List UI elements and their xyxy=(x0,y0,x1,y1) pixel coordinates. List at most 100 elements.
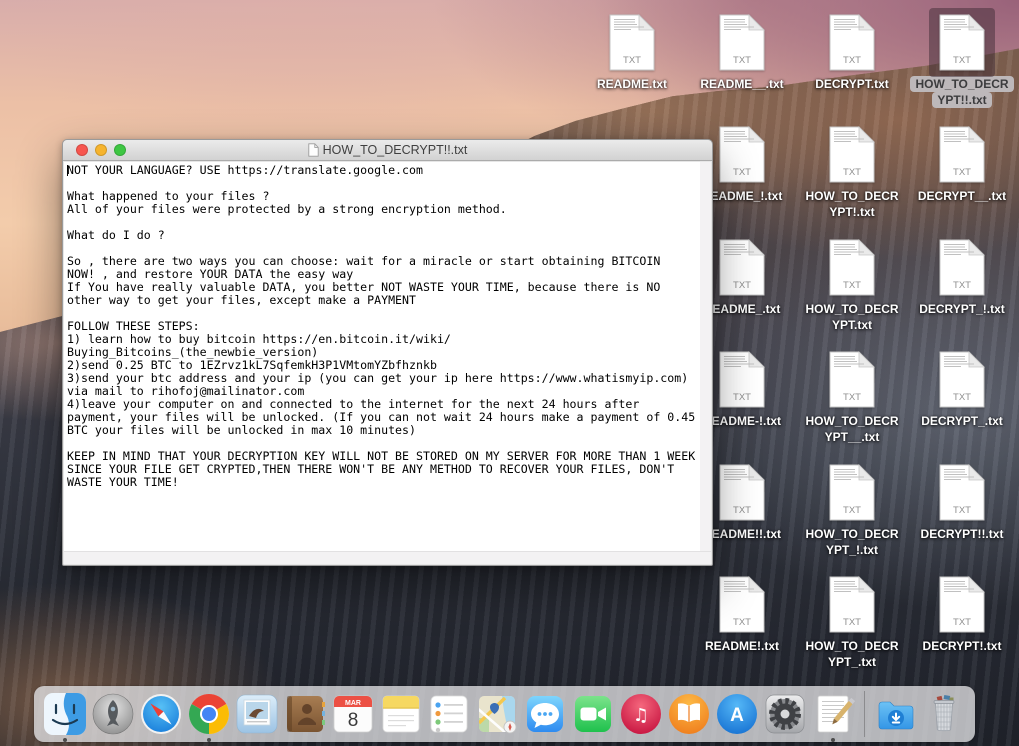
svg-text:TXT: TXT xyxy=(953,392,971,403)
file-label: DECRYPT_!.txt xyxy=(919,301,1005,317)
dock-textedit[interactable] xyxy=(811,692,855,736)
window-titlebar[interactable]: HOW_TO_DECRYPT!!.txt xyxy=(63,140,712,161)
document-icon xyxy=(308,143,319,157)
horizontal-scrollbar-track[interactable] xyxy=(64,551,711,564)
safari-icon xyxy=(139,692,183,736)
dock-maps[interactable] xyxy=(475,692,519,736)
svg-text:MAR: MAR xyxy=(345,700,361,707)
file-label: HOW_TO_DECRYPT__.txt xyxy=(805,413,898,445)
dock-calendar[interactable]: MAR 8 xyxy=(331,692,375,736)
desktop-file-how-to-decrypt-txt[interactable]: TXT HOW_TO_DECRYPT_!.txt xyxy=(800,464,904,558)
desktop-file-readme-txt[interactable]: TXT README.txt xyxy=(580,14,684,92)
desktop-file-decrypt-txt[interactable]: TXT DECRYPT_!.txt xyxy=(910,239,1014,317)
maps-icon xyxy=(475,692,519,736)
contacts-icon xyxy=(283,692,327,736)
dock-mail[interactable] xyxy=(235,692,279,736)
file-label: DECRYPT!!.txt xyxy=(921,526,1004,542)
launchpad-icon xyxy=(91,692,135,736)
running-indicator xyxy=(63,738,67,742)
dock-itunes[interactable]: ♫ xyxy=(619,692,663,736)
txt-file-icon: TXT xyxy=(719,464,765,521)
window-title: HOW_TO_DECRYPT!!.txt xyxy=(323,143,468,157)
file-label: README!.txt xyxy=(705,638,779,654)
dock-appstore[interactable]: A xyxy=(715,692,759,736)
traffic-lights xyxy=(76,144,126,156)
desktop-file-how-to-decrypt-txt[interactable]: TXT HOW_TO_DECRYPT!.txt xyxy=(800,126,904,220)
svg-text:TXT: TXT xyxy=(843,392,861,403)
desktop: TXT README.txt TXT README__.txt TXT DECR… xyxy=(0,0,1019,746)
vertical-scrollbar-track[interactable] xyxy=(700,162,711,552)
ransom-note-text: NOT YOUR LANGUAGE? USE https://translate… xyxy=(64,162,701,489)
dock-reminders[interactable] xyxy=(427,692,471,736)
desktop-file-decrypt-txt[interactable]: TXT DECRYPT!.txt xyxy=(910,576,1014,654)
txt-file-icon: TXT xyxy=(829,576,875,633)
minimize-button[interactable] xyxy=(95,144,107,156)
svg-text:TXT: TXT xyxy=(623,55,641,66)
textedit-window: HOW_TO_DECRYPT!!.txt NOT YOUR LANGUAGE? … xyxy=(62,139,713,566)
svg-text:TXT: TXT xyxy=(843,505,861,516)
trash-icon xyxy=(922,692,966,736)
file-label: DECRYPT.txt xyxy=(815,76,889,92)
messages-icon xyxy=(523,692,567,736)
svg-text:TXT: TXT xyxy=(843,55,861,66)
desktop-file-decrypt-txt[interactable]: TXT DECRYPT.txt xyxy=(800,14,904,92)
svg-text:TXT: TXT xyxy=(733,280,751,291)
dock-finder[interactable] xyxy=(43,692,87,736)
txt-file-icon: TXT xyxy=(609,14,655,71)
dock-launchpad[interactable] xyxy=(91,692,135,736)
desktop-file-readme-txt[interactable]: TXT README!.txt xyxy=(690,576,794,654)
txt-file-icon: TXT xyxy=(719,126,765,183)
text-content-area[interactable]: NOT YOUR LANGUAGE? USE https://translate… xyxy=(64,162,701,552)
svg-text:TXT: TXT xyxy=(733,55,751,66)
chrome-icon xyxy=(187,692,231,736)
dock-trash[interactable] xyxy=(922,692,966,736)
svg-text:TXT: TXT xyxy=(843,280,861,291)
desktop-file-how-to-decrypt-txt[interactable]: TXT HOW_TO_DECRYPT!!.txt xyxy=(910,14,1014,108)
dock-notes[interactable] xyxy=(379,692,423,736)
dock-ibooks[interactable] xyxy=(667,692,711,736)
txt-file-icon: TXT xyxy=(829,239,875,296)
system-preferences-icon xyxy=(763,692,807,736)
textedit-icon xyxy=(811,692,855,736)
finder-icon xyxy=(43,692,87,736)
txt-file-icon: TXT xyxy=(829,126,875,183)
txt-file-icon: TXT xyxy=(829,14,875,71)
svg-text:TXT: TXT xyxy=(953,55,971,66)
svg-text:TXT: TXT xyxy=(953,167,971,178)
desktop-file-how-to-decrypt-txt[interactable]: TXT HOW_TO_DECRYPT.txt xyxy=(800,239,904,333)
svg-text:TXT: TXT xyxy=(953,280,971,291)
file-label: DECRYPT_.txt xyxy=(921,413,1003,429)
dock-downloads[interactable] xyxy=(874,692,918,736)
dock-system-preferences[interactable] xyxy=(763,692,807,736)
dock-messages[interactable] xyxy=(523,692,567,736)
desktop-file-decrypt-txt[interactable]: TXT DECRYPT!!.txt xyxy=(910,464,1014,542)
window-title-group: HOW_TO_DECRYPT!!.txt xyxy=(308,143,468,157)
desktop-file-decrypt-txt[interactable]: TXT DECRYPT__.txt xyxy=(910,126,1014,204)
txt-file-icon: TXT xyxy=(719,239,765,296)
file-label: README_!.txt xyxy=(702,188,783,204)
file-label: README.txt xyxy=(597,76,667,92)
dock-chrome[interactable] xyxy=(187,692,231,736)
file-label: HOW_TO_DECRYPT.txt xyxy=(805,301,898,333)
svg-text:A: A xyxy=(730,705,744,726)
dock-safari[interactable] xyxy=(139,692,183,736)
facetime-icon xyxy=(571,692,615,736)
close-button[interactable] xyxy=(76,144,88,156)
txt-file-icon: TXT xyxy=(719,351,765,408)
desktop-file-how-to-decrypt-txt[interactable]: TXT HOW_TO_DECRYPT_.txt xyxy=(800,576,904,670)
itunes-icon: ♫ xyxy=(619,692,663,736)
desktop-file-decrypt-txt[interactable]: TXT DECRYPT_.txt xyxy=(910,351,1014,429)
maximize-button[interactable] xyxy=(114,144,126,156)
txt-file-icon: TXT xyxy=(829,464,875,521)
txt-file-icon: TXT xyxy=(829,351,875,408)
svg-text:TXT: TXT xyxy=(843,617,861,628)
txt-file-icon: TXT xyxy=(719,576,765,633)
file-label: README__.txt xyxy=(700,76,783,92)
reminders-icon xyxy=(427,692,471,736)
file-label: HOW_TO_DECRYPT!!.txt xyxy=(910,76,1014,108)
desktop-file-readme-txt[interactable]: TXT README__.txt xyxy=(690,14,794,92)
dock-contacts[interactable] xyxy=(283,692,327,736)
dock-facetime[interactable] xyxy=(571,692,615,736)
desktop-file-how-to-decrypt-txt[interactable]: TXT HOW_TO_DECRYPT__.txt xyxy=(800,351,904,445)
dock-divider xyxy=(864,691,865,737)
